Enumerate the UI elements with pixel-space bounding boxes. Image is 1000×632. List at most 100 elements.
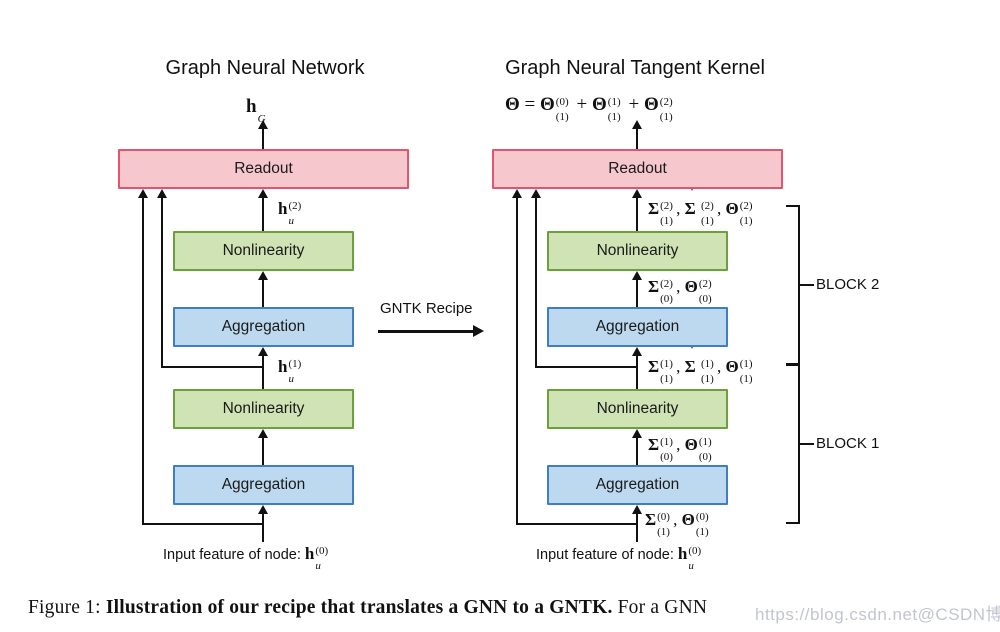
gnn-edge-h2-base: h bbox=[278, 199, 288, 218]
gnn-output-arrowhead bbox=[258, 120, 268, 129]
gnn-edge-h2-sub: u bbox=[288, 215, 294, 227]
gntk-arrow-ag2-to-nl2-shaft bbox=[636, 278, 638, 308]
gntk-skip-mid-vertical bbox=[535, 198, 537, 368]
gntk-nl2-term2-sup: (2) bbox=[739, 200, 753, 212]
block-1-brace-tick bbox=[800, 443, 814, 445]
gntk-nl1-term0-base: Σ bbox=[648, 357, 660, 376]
gntk-nonlinearity-1-label: Nonlinearity bbox=[596, 400, 679, 417]
gntk-formula-term-2-sub: (1) bbox=[659, 111, 673, 123]
gntk-input-sup: (0) bbox=[688, 545, 702, 557]
gntk-nl1-term2-sub: (1) bbox=[739, 373, 753, 385]
gntk-arrow-input-to-ag1-shaft bbox=[636, 512, 638, 542]
gntk-in-term0-sub: (1) bbox=[657, 526, 670, 538]
gntk-arrow-ag2-to-nl2-head bbox=[632, 271, 642, 280]
gnn-arrow-nl1-to-ag2-shaft bbox=[262, 354, 264, 390]
gnn-output-arrow-shaft bbox=[262, 127, 264, 151]
gntk-in-term1-base: Θ bbox=[681, 510, 695, 529]
gntk-nl2-term1-sup: (2) bbox=[701, 200, 714, 212]
gntk-readout-box[interactable]: Readout bbox=[492, 149, 783, 189]
caption-bold: Illustration of our recipe that translat… bbox=[105, 597, 613, 618]
gnn-output-base: h bbox=[246, 96, 257, 117]
gntk-ag2-term1-sub: (0) bbox=[698, 293, 712, 305]
gntk-ag1-term1-sup: (1) bbox=[698, 436, 712, 448]
gntk-aggregation-1-label: Aggregation bbox=[595, 476, 680, 493]
gnn-edge-h1-base: h bbox=[278, 357, 288, 376]
gntk-ag2-term0-base: Σ bbox=[648, 277, 660, 296]
gntk-readout-label: Readout bbox=[608, 160, 667, 177]
gntk-formula-lhs: Θ bbox=[505, 94, 520, 115]
gntk-recipe-arrowhead bbox=[473, 325, 484, 337]
gnn-arrow-ag2-to-nl2-shaft bbox=[262, 278, 264, 308]
csdn-watermark: https://blog.csdn.net@CSDN博客 bbox=[755, 605, 1000, 624]
block-1-label: BLOCK 1 bbox=[816, 435, 880, 452]
gntk-arrow-nl1-to-ag2-shaft bbox=[636, 354, 638, 390]
gntk-panel-title: Graph Neural Tangent Kernel bbox=[505, 57, 765, 79]
gnn-arrow-ag2-to-nl2-head bbox=[258, 271, 268, 280]
gnn-aggregation-box-2[interactable]: Aggregation bbox=[173, 307, 354, 347]
gnn-skip-h1-arrowhead bbox=[157, 189, 167, 198]
gntk-in-term1-sup: (0) bbox=[695, 511, 709, 523]
gntk-input-feature-text: Input feature of node: bbox=[536, 547, 674, 563]
gntk-nl1-term2-sup: (1) bbox=[739, 358, 753, 370]
gntk-edge-label-ag2: Σ (2) (0), Θ (2) (0) bbox=[648, 277, 712, 305]
gntk-output-arrow-shaft bbox=[636, 127, 638, 151]
gnn-skip-input-vertical bbox=[142, 198, 144, 525]
gntk-ag1-term1-sub: (0) bbox=[698, 451, 712, 463]
gnn-readout-box[interactable]: Readout bbox=[118, 149, 409, 189]
gntk-nonlinearity-box-1[interactable]: Nonlinearity bbox=[547, 389, 728, 429]
gnn-nonlinearity-box-2[interactable]: Nonlinearity bbox=[173, 231, 354, 271]
gntk-recipe-arrow-shaft bbox=[378, 330, 474, 333]
gnn-skip-h1-horizontal bbox=[161, 366, 263, 368]
gnn-arrow-ag1-to-nl1-shaft bbox=[262, 436, 264, 466]
gntk-edge-label-ag1: Σ (1) (0), Θ (1) (0) bbox=[648, 435, 712, 463]
block-2-brace bbox=[786, 205, 800, 365]
gntk-nl2-term0-sub: (1) bbox=[660, 215, 673, 227]
gntk-ag1-term0-base: Σ bbox=[648, 435, 660, 454]
gnn-input-sup: (0) bbox=[315, 545, 329, 557]
gntk-ag2-term0-sub: (0) bbox=[660, 293, 673, 305]
gntk-nl1-term0-sub: (1) bbox=[660, 373, 673, 385]
gntk-arrow-nl1-to-ag2-head bbox=[632, 347, 642, 356]
gntk-input-base: h bbox=[677, 544, 688, 563]
gntk-arrow-ag1-to-nl1-head bbox=[632, 429, 642, 438]
gntk-ag1-term0-sub: (0) bbox=[660, 451, 673, 463]
gntk-nl1-term2-base: Θ bbox=[725, 357, 739, 376]
gnn-nonlinearity-box-1[interactable]: Nonlinearity bbox=[173, 389, 354, 429]
gnn-skip-input-arrowhead bbox=[138, 189, 148, 198]
gnn-output-label: hG bbox=[246, 96, 270, 125]
gntk-nl2-term1-dot: ˙ bbox=[689, 187, 695, 202]
gntk-skip-input-vertical bbox=[516, 198, 518, 525]
gnn-edge-h2-sup: (2) bbox=[288, 200, 302, 212]
gntk-aggregation-box-2[interactable]: Aggregation bbox=[547, 307, 728, 347]
gnn-edge-label-h2: h (2) u bbox=[278, 199, 304, 227]
block-2-label: BLOCK 2 bbox=[816, 276, 880, 293]
gntk-aggregation-box-1[interactable]: Aggregation bbox=[547, 465, 728, 505]
gnn-aggregation-box-1[interactable]: Aggregation bbox=[173, 465, 354, 505]
gntk-edge-label-nl2: Σ (2) (1), Σ ˙ (2) (1), Θ (2) (1) bbox=[648, 187, 753, 227]
gnn-aggregation-1-label: Aggregation bbox=[221, 476, 306, 493]
gntk-skip-input-horizontal bbox=[516, 523, 637, 525]
gntk-output-arrowhead bbox=[632, 120, 642, 129]
caption-number: Figure 1: bbox=[28, 597, 101, 618]
gntk-nl1-term1-sup: (1) bbox=[701, 358, 714, 370]
gntk-nl1-term0-sup: (1) bbox=[660, 358, 673, 370]
gntk-nl2-term1-sub: (1) bbox=[701, 215, 714, 227]
gntk-ag1-term0-sup: (1) bbox=[660, 436, 673, 448]
gnn-edge-h1-sub: u bbox=[288, 373, 294, 385]
gntk-nl2-term2-sub: (1) bbox=[739, 215, 753, 227]
gnn-input-feature-text: Input feature of node: bbox=[163, 547, 301, 563]
gntk-edge-label-nl1: Σ (1) (1), Σ ˙ (1) (1), Θ (1) (1) bbox=[648, 345, 753, 385]
gnn-skip-input-horizontal bbox=[142, 523, 263, 525]
gntk-nonlinearity-box-2[interactable]: Nonlinearity bbox=[547, 231, 728, 271]
gntk-nl2-term0-base: Σ bbox=[648, 199, 660, 218]
gntk-recipe-label: GNTK Recipe bbox=[380, 300, 473, 317]
gntk-skip-mid-horizontal bbox=[535, 366, 637, 368]
gntk-formula-op-1: + bbox=[576, 94, 588, 115]
gntk-formula-term-0-sup: (0) bbox=[555, 96, 569, 108]
caption-tail: For a GNN bbox=[617, 597, 708, 618]
figure-canvas: Graph Neural Network Graph Neural Tangen… bbox=[0, 0, 1000, 632]
gnn-nonlinearity-1-label: Nonlinearity bbox=[222, 400, 305, 417]
gntk-formula-term-2-sup: (2) bbox=[659, 96, 673, 108]
gntk-input-sub: u bbox=[688, 560, 694, 572]
gntk-in-term0-base: Σ bbox=[645, 510, 657, 529]
